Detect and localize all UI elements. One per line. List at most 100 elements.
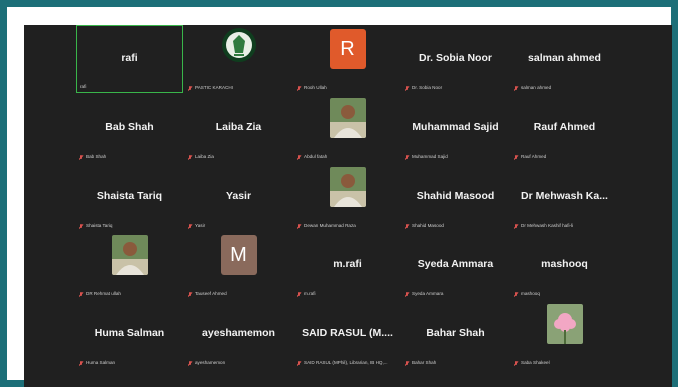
participant-caption: Dewan Muhammad Raza bbox=[297, 222, 399, 230]
participant-name: ayeshamemon bbox=[202, 326, 275, 339]
participant-tile[interactable]: mashooq mashooq bbox=[511, 231, 618, 299]
participant-caption: Dr Mehwash Kashif hafi-li bbox=[514, 222, 616, 230]
participant-tile[interactable]: DR Rehmat ullah bbox=[76, 231, 183, 299]
mic-muted-icon bbox=[188, 154, 192, 160]
participant-tile[interactable]: Saba Shakeel bbox=[511, 300, 618, 368]
participant-tile[interactable]: ayeshamemon ayeshamemon bbox=[185, 300, 292, 368]
participant-tile[interactable]: PASTIC KARACHI bbox=[185, 25, 292, 93]
participant-tile[interactable]: SAID RASUL (M.... SAID RASUL (MPhil), Lib… bbox=[294, 300, 401, 368]
mic-muted-icon bbox=[514, 85, 518, 91]
caption-text: rafi bbox=[80, 84, 87, 89]
participant-caption: Muhammad Sajid bbox=[405, 153, 507, 161]
mic-muted-icon bbox=[514, 291, 518, 297]
caption-text: Rauf Ahmed bbox=[521, 154, 547, 159]
gallery-row: Shaista Tariq Shaista Tariq Yasir Yasir Dewa… bbox=[24, 163, 672, 231]
mic-muted-icon bbox=[297, 291, 301, 297]
participant-caption: salman ahmed bbox=[514, 84, 616, 92]
participant-name: Laiba Zia bbox=[215, 120, 262, 133]
participant-tile[interactable]: Dr Mehwash Ka... Dr Mehwash Kashif hafi-l… bbox=[511, 163, 618, 231]
participant-caption: Rauf Ahmed bbox=[514, 153, 616, 161]
participant-tile[interactable]: Dewan Muhammad Raza bbox=[294, 163, 401, 231]
caption-text: Dewan Muhammad Raza bbox=[304, 223, 356, 228]
caption-text: salman ahmed bbox=[521, 85, 552, 90]
mic-muted-icon bbox=[405, 360, 409, 366]
participant-tile[interactable]: Huma Salman Huma Salman bbox=[76, 300, 183, 368]
participant-name: Dr. Sobia Noor bbox=[419, 51, 492, 64]
mic-muted-icon bbox=[79, 360, 83, 366]
caption-text: Laiba Zia bbox=[195, 154, 214, 159]
caption-text: Shahid Masood bbox=[412, 223, 444, 228]
participant-tile[interactable]: Shahid Masood Shahid Masood bbox=[402, 163, 509, 231]
participant-tile[interactable]: Syeda Ammara Syeda Ammara bbox=[402, 231, 509, 299]
gallery-row: rafi rafi PASTIC KARACHI R Rooh Ullah Dr. Sob… bbox=[24, 25, 672, 93]
participant-tile[interactable]: Abdul fatah bbox=[294, 94, 401, 162]
participant-caption: rafi bbox=[80, 83, 180, 91]
caption-text: Abdul fatah bbox=[304, 154, 328, 159]
participant-tile[interactable]: R Rooh Ullah bbox=[294, 25, 401, 93]
participant-caption: Bahar Shah bbox=[405, 359, 507, 367]
participant-tile[interactable]: Shaista Tariq Shaista Tariq bbox=[76, 163, 183, 231]
participant-caption: PASTIC KARACHI bbox=[188, 84, 290, 92]
participant-caption: Saba Shakeel bbox=[514, 359, 616, 367]
mic-muted-icon bbox=[188, 85, 192, 91]
caption-text: Syeda Ammara bbox=[412, 291, 444, 296]
caption-text: Bahar Shah bbox=[412, 360, 437, 365]
caption-text: ayeshamemon bbox=[195, 360, 226, 365]
participant-caption: mashooq bbox=[514, 290, 616, 298]
profile-photo bbox=[111, 235, 148, 275]
caption-text: Shaista Tariq bbox=[86, 223, 113, 228]
mic-muted-icon bbox=[188, 360, 192, 366]
mic-muted-icon bbox=[405, 85, 409, 91]
gallery-row: DR Rehmat ullah M Tauseef Ahmed m.rafi m.raf… bbox=[24, 231, 672, 299]
mic-muted-icon bbox=[514, 154, 518, 160]
participant-gallery: rafi rafi PASTIC KARACHI R Rooh Ullah Dr. Sob… bbox=[24, 25, 672, 387]
participant-caption: Laiba Zia bbox=[188, 153, 290, 161]
participant-name: salman ahmed bbox=[528, 51, 601, 64]
participant-name: Bab Shah bbox=[105, 120, 154, 133]
caption-text: Huma Salman bbox=[86, 360, 116, 365]
participant-tile[interactable]: salman ahmed salman ahmed bbox=[511, 25, 618, 93]
participant-tile[interactable]: rafi rafi bbox=[76, 25, 183, 93]
participant-tile[interactable]: M Tauseef Ahmed bbox=[185, 231, 292, 299]
participant-name: Bahar Shah bbox=[426, 326, 485, 339]
participant-caption: Abdul fatah bbox=[297, 153, 399, 161]
participant-name: Syeda Ammara bbox=[417, 257, 494, 270]
participant-caption: Shahid Masood bbox=[405, 222, 507, 230]
mic-muted-icon bbox=[297, 360, 301, 366]
participant-caption: Bab Shah bbox=[79, 153, 181, 161]
presentation-frame: rafi rafi PASTIC KARACHI R Rooh Ullah Dr. Sob… bbox=[7, 7, 672, 387]
participant-name: rafi bbox=[121, 51, 138, 64]
profile-photo bbox=[329, 98, 366, 138]
mic-muted-icon bbox=[79, 223, 83, 229]
caption-text: Muhammad Sajid bbox=[412, 154, 448, 159]
mic-muted-icon bbox=[79, 291, 83, 297]
participant-tile[interactable]: Dr. Sobia Noor Dr. Sobia Noor bbox=[402, 25, 509, 93]
participant-name: m.rafi bbox=[333, 257, 362, 270]
participant-caption: Syeda Ammara bbox=[405, 290, 507, 298]
mic-muted-icon bbox=[514, 360, 518, 366]
participant-tile[interactable]: Muhammad Sajid Muhammad Sajid bbox=[402, 94, 509, 162]
caption-text: Bab Shah bbox=[86, 154, 107, 159]
gallery-row: Bab Shah Bab Shah Laiba Zia Laiba Zia Abdul … bbox=[24, 94, 672, 162]
participant-tile[interactable]: Rauf Ahmed Rauf Ahmed bbox=[511, 94, 618, 162]
participant-caption: DR Rehmat ullah bbox=[79, 290, 181, 298]
participant-tile[interactable]: Laiba Zia Laiba Zia bbox=[185, 94, 292, 162]
participant-tile[interactable]: Bahar Shah Bahar Shah bbox=[402, 300, 509, 368]
participant-tile[interactable]: m.rafi m.rafi bbox=[294, 231, 401, 299]
mic-muted-icon bbox=[405, 154, 409, 160]
caption-text: Saba Shakeel bbox=[521, 360, 550, 365]
mic-muted-icon bbox=[297, 85, 301, 91]
participant-tile[interactable]: Yasir Yasir bbox=[185, 163, 292, 231]
participant-name: Rauf Ahmed bbox=[533, 120, 596, 133]
participant-caption: ayeshamemon bbox=[188, 359, 290, 367]
participant-name: Muhammad Sajid bbox=[412, 120, 499, 133]
caption-text: Rooh Ullah bbox=[304, 85, 327, 90]
caption-text: mashooq bbox=[521, 291, 540, 296]
participant-name: Yasir bbox=[225, 189, 252, 202]
participant-caption: Shaista Tariq bbox=[79, 222, 181, 230]
mic-muted-icon bbox=[188, 291, 192, 297]
participant-name: Huma Salman bbox=[94, 326, 165, 339]
participant-tile[interactable]: Bab Shah Bab Shah bbox=[76, 94, 183, 162]
avatar-letter: R bbox=[329, 29, 366, 69]
participant-caption: Yasir bbox=[188, 222, 290, 230]
